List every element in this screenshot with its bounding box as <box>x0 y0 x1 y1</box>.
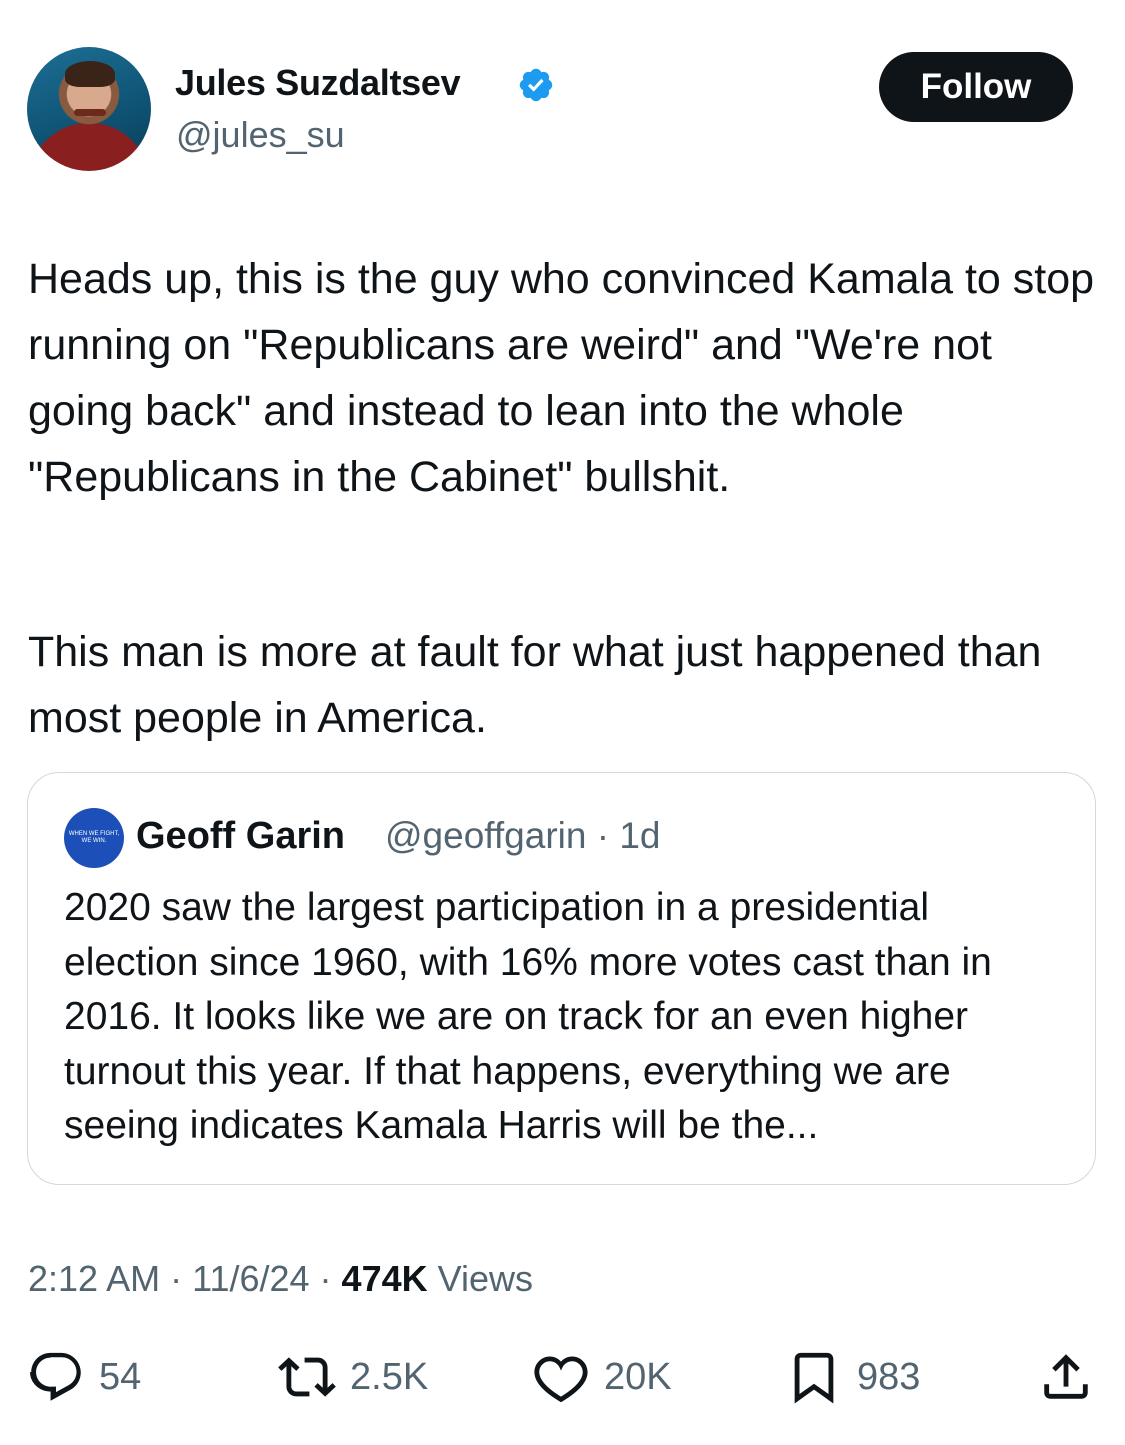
share-button[interactable] <box>1037 1345 1095 1409</box>
like-button[interactable]: 20K <box>532 1345 672 1409</box>
action-bar: 54 2.5K 20K 983 <box>0 1345 1125 1415</box>
quoted-age: 1d <box>619 815 661 856</box>
views-count: 474K <box>341 1258 428 1299</box>
tweet-date[interactable]: 11/6/24 <box>192 1258 309 1299</box>
like-count: 20K <box>604 1355 672 1398</box>
bookmark-count: 983 <box>857 1355 921 1398</box>
quoted-avatar-text: WHEN WE FIGHT, WE WIN. <box>68 831 120 844</box>
reply-count: 54 <box>99 1355 142 1398</box>
quoted-author-meta: @geoffgarin · 1d <box>385 815 661 856</box>
tweet-text: Heads up, this is the guy who convinced … <box>28 246 1098 510</box>
views-label: Views <box>437 1258 534 1299</box>
author-avatar[interactable] <box>27 47 151 171</box>
bookmark-button[interactable]: 983 <box>785 1345 920 1409</box>
reply-icon <box>30 1352 81 1401</box>
follow-button[interactable]: Follow <box>879 52 1073 122</box>
tweet-paragraph-1: Heads up, this is the guy who convinced … <box>28 255 1095 501</box>
avatar-mustache <box>74 109 106 116</box>
author-name[interactable]: Jules Suzdaltsev <box>175 62 461 104</box>
tweet-paragraph-2: This man is more at fault for what just … <box>28 628 1042 742</box>
avatar-hair <box>65 61 115 87</box>
repost-button[interactable]: 2.5K <box>278 1345 428 1409</box>
repost-icon <box>278 1357 336 1397</box>
heart-icon <box>534 1356 588 1403</box>
bookmark-icon <box>794 1352 834 1404</box>
quoted-tweet-card[interactable]: WHEN WE FIGHT, WE WIN. Geoff Garin @geof… <box>27 772 1096 1185</box>
reply-button[interactable]: 54 <box>27 1345 141 1409</box>
repost-count: 2.5K <box>350 1355 429 1398</box>
quoted-author-handle: @geoffgarin <box>385 815 587 856</box>
share-icon <box>1044 1354 1088 1399</box>
quoted-author-avatar: WHEN WE FIGHT, WE WIN. <box>64 808 124 868</box>
quoted-tweet-text: 2020 saw the largest participation in a … <box>64 886 992 1147</box>
tweet-text-2: This man is more at fault for what just … <box>28 576 1098 794</box>
quoted-author-name: Geoff Garin <box>136 815 346 857</box>
tweet-meta: 2:12 AM · 11/6/24 · 474K Views <box>28 1258 534 1299</box>
author-handle[interactable]: @jules_su <box>176 114 345 156</box>
verified-badge-icon <box>519 68 553 102</box>
tweet-time[interactable]: 2:12 AM <box>28 1258 160 1299</box>
